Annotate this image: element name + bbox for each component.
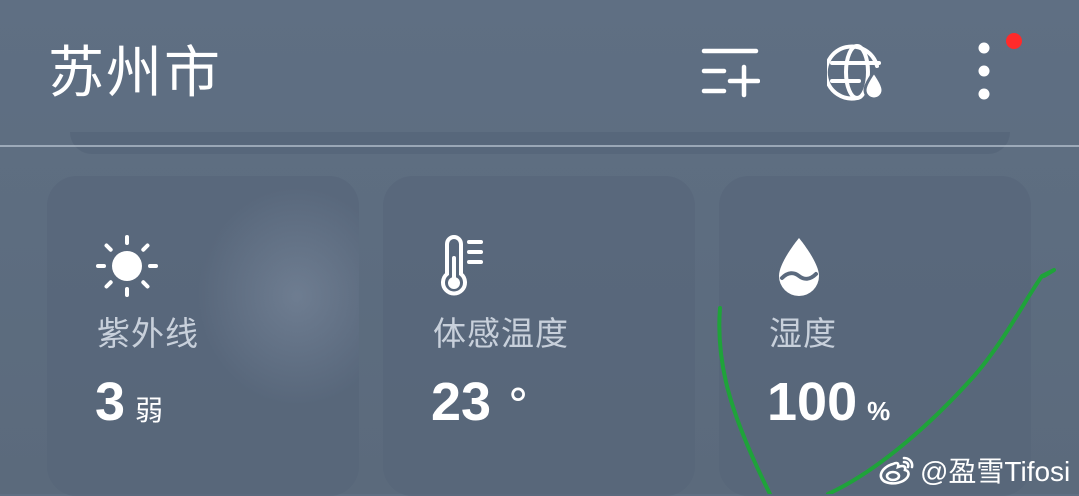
feels-like-number: 23 <box>431 372 492 432</box>
humidity-number: 100 <box>767 372 858 432</box>
humidity-card[interactable]: 湿度 100 % <box>719 176 1031 496</box>
city-title[interactable]: 苏州市 <box>48 36 222 112</box>
add-city-icon <box>701 48 760 98</box>
feels-like-card[interactable]: 体感温度 23 ° <box>383 176 695 496</box>
sun-icon <box>96 235 158 297</box>
water-drop-icon <box>779 238 819 296</box>
humidity-value: 100 % <box>767 372 890 442</box>
feels-like-value: 23 ° <box>431 372 529 442</box>
header-divider <box>0 145 1079 147</box>
previous-card-edge <box>70 132 1010 154</box>
globe-rain-icon <box>827 44 885 101</box>
watermark: @盈雪Tifosi <box>878 450 1070 490</box>
uv-level-text: 弱 <box>135 394 164 427</box>
card-glow <box>197 186 359 406</box>
degree-unit: ° <box>507 380 530 431</box>
uv-label: 紫外线 <box>97 314 199 353</box>
more-vertical-icon <box>978 42 990 100</box>
header-bar: 苏州市 <box>0 0 1079 145</box>
more-options-button[interactable] <box>954 42 1014 102</box>
thermometer-icon <box>441 235 483 296</box>
humidity-label: 湿度 <box>769 314 837 353</box>
percent-unit: % <box>867 396 891 426</box>
weibo-logo-icon <box>879 456 914 485</box>
watermark-text: @盈雪Tifosi <box>920 456 1071 487</box>
add-city-button[interactable] <box>700 42 760 102</box>
feels-like-label: 体感温度 <box>433 314 569 353</box>
notification-dot <box>1006 33 1022 49</box>
city-weather-globe-button[interactable] <box>827 42 887 102</box>
uv-card[interactable]: 紫外线 3 弱 <box>47 176 359 496</box>
uv-index-number: 3 <box>95 372 126 432</box>
uv-value: 3 弱 <box>95 372 163 442</box>
